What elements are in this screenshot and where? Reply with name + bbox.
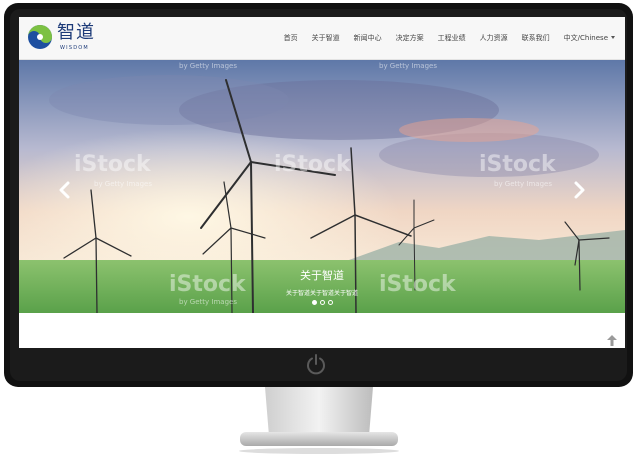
monitor-stand — [239, 387, 399, 454]
